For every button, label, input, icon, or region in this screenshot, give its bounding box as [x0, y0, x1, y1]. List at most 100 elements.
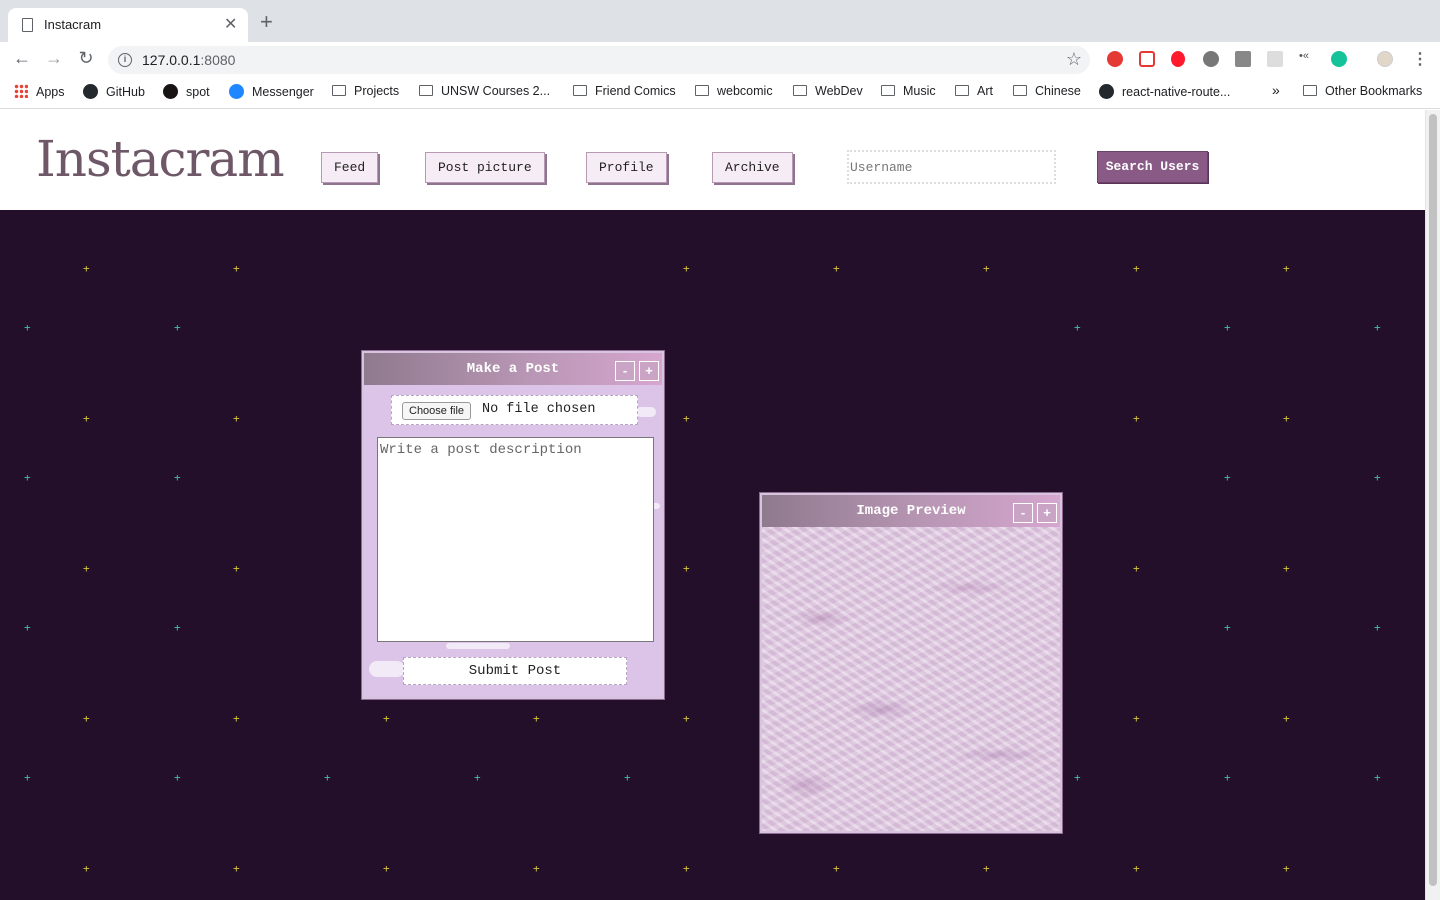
star-decoration: + [683, 862, 690, 875]
tab-title: Instacram [44, 17, 102, 32]
profile-avatar[interactable] [1377, 51, 1393, 67]
bookmark-github[interactable]: GitHub [83, 84, 145, 99]
back-icon[interactable]: ← [10, 48, 34, 69]
username-search-input[interactable] [847, 150, 1056, 184]
star-decoration: + [174, 621, 181, 634]
extension-icon[interactable]: •« [1299, 50, 1315, 66]
new-tab-icon[interactable]: + [260, 11, 273, 33]
file-status-text: No file chosen [482, 402, 596, 417]
post-description-textarea[interactable] [377, 437, 654, 642]
star-decoration: + [1074, 771, 1081, 784]
star-decoration: + [1283, 562, 1290, 575]
close-tab-icon[interactable]: ✕ [224, 14, 237, 34]
star-decoration: + [24, 771, 31, 784]
site-logo[interactable]: Instacram [36, 130, 285, 188]
star-decoration: + [174, 471, 181, 484]
search-users-button[interactable]: Search Users [1097, 151, 1208, 183]
submit-post-button[interactable]: Submit Post [403, 657, 627, 685]
star-decoration: + [983, 862, 990, 875]
bookmark-spot[interactable]: spot [163, 84, 210, 99]
star-decoration: + [1133, 862, 1140, 875]
opera-icon[interactable] [1171, 51, 1185, 67]
address-bar[interactable]: i 127.0.0.1:8080 ☆ [108, 46, 1090, 74]
star-decoration: + [624, 771, 631, 784]
extension-icon[interactable] [1267, 51, 1283, 67]
star-decoration: + [174, 321, 181, 334]
browser-tabstrip: Instacram ✕ + [0, 0, 1440, 42]
bookmark-webdev[interactable]: WebDev [793, 84, 863, 98]
star-decoration: + [1374, 771, 1381, 784]
browser-tab[interactable]: Instacram ✕ [8, 8, 248, 42]
page-scrollbar[interactable] [1425, 110, 1440, 900]
star-decoration: + [1283, 262, 1290, 275]
star-decoration: + [83, 862, 90, 875]
star-decoration: + [1133, 412, 1140, 425]
folder-icon [573, 85, 587, 96]
bookmark-art[interactable]: Art [955, 84, 993, 98]
site-header: Instacram Feed Post picture Profile Arch… [0, 110, 1425, 210]
make-post-window[interactable]: Make a Post - + Choose file No file chos… [362, 351, 664, 699]
spotify-icon [163, 84, 178, 99]
folder-icon [1013, 85, 1027, 96]
browser-menu-icon[interactable]: ⋮ [1412, 49, 1428, 69]
bookmark-apps[interactable]: Apps [14, 84, 65, 99]
star-decoration: + [383, 712, 390, 725]
image-preview-area [762, 527, 1060, 831]
star-decoration: + [683, 262, 690, 275]
reload-icon[interactable]: ↻ [74, 48, 98, 69]
make-post-titlebar[interactable]: Make a Post - + [364, 353, 662, 385]
folder-icon [793, 85, 807, 96]
bookmark-star-icon[interactable]: ☆ [1066, 49, 1082, 70]
nav-profile-button[interactable]: Profile [586, 152, 667, 183]
folder-icon [332, 85, 346, 96]
bookmarks-overflow-icon[interactable]: » [1272, 82, 1280, 98]
url-text[interactable]: 127.0.0.1:8080 [142, 52, 235, 68]
star-decoration: + [233, 562, 240, 575]
nav-archive-button[interactable]: Archive [712, 152, 793, 183]
folder-icon [695, 85, 709, 96]
image-preview-window[interactable]: Image Preview - + [760, 493, 1062, 833]
hashtag-icon[interactable] [1235, 51, 1251, 67]
cloud-decoration [369, 661, 405, 677]
star-decoration: + [1074, 321, 1081, 334]
star-decoration: + [233, 412, 240, 425]
bookmark-friend-comics[interactable]: Friend Comics [573, 84, 676, 98]
bookmark-projects[interactable]: Projects [332, 84, 399, 98]
github-icon [1099, 84, 1114, 99]
star-decoration: + [1133, 712, 1140, 725]
file-input[interactable]: Choose file No file chosen [391, 395, 638, 425]
star-decoration: + [233, 262, 240, 275]
bookmark-other-bookmarks[interactable]: Other Bookmarks [1303, 84, 1422, 98]
extension-icon[interactable] [1139, 51, 1155, 67]
folder-icon [955, 85, 969, 96]
scrollbar-thumb[interactable] [1429, 114, 1437, 886]
star-decoration: + [174, 771, 181, 784]
star-decoration: + [83, 562, 90, 575]
star-decoration: + [1224, 621, 1231, 634]
star-decoration: + [1283, 862, 1290, 875]
minimize-button[interactable]: - [1013, 503, 1033, 523]
nav-post-picture-button[interactable]: Post picture [425, 152, 545, 183]
nav-feed-button[interactable]: Feed [321, 152, 379, 183]
info-icon[interactable]: i [118, 53, 132, 67]
grammarly-icon[interactable] [1331, 51, 1347, 67]
bookmark-chinese[interactable]: Chinese [1013, 84, 1081, 98]
star-decoration: + [1283, 412, 1290, 425]
bookmark-webcomic[interactable]: webcomic [695, 84, 773, 98]
bookmark-music[interactable]: Music [881, 84, 936, 98]
bookmark-react-native-router[interactable]: react-native-route... [1099, 84, 1230, 99]
extension-icon[interactable] [1203, 51, 1219, 67]
star-decoration: + [24, 321, 31, 334]
forward-icon[interactable]: → [42, 48, 66, 69]
star-decoration: + [83, 712, 90, 725]
extension-icon[interactable] [1107, 51, 1123, 67]
maximize-button[interactable]: + [639, 361, 659, 381]
bookmark-messenger[interactable]: Messenger [229, 84, 314, 99]
star-decoration: + [83, 412, 90, 425]
image-preview-titlebar[interactable]: Image Preview - + [762, 495, 1060, 527]
maximize-button[interactable]: + [1037, 503, 1057, 523]
bookmark-unsw-courses[interactable]: UNSW Courses 2... [419, 84, 550, 98]
star-decoration: + [233, 712, 240, 725]
minimize-button[interactable]: - [615, 361, 635, 381]
choose-file-button[interactable]: Choose file [402, 402, 472, 420]
